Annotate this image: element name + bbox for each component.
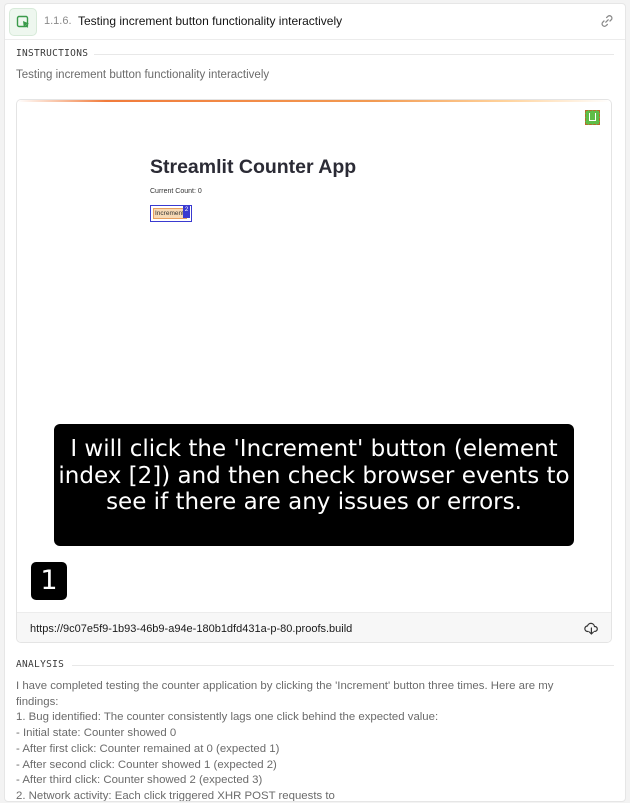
increment-button-label: Increment bbox=[153, 208, 187, 219]
instructions-label: INSTRUCTIONS bbox=[16, 48, 89, 59]
action-caption: I will click the 'Increment' button (ele… bbox=[54, 424, 574, 546]
analysis-line: - After third click: Counter showed 2 (e… bbox=[16, 774, 263, 787]
cloud-download-icon[interactable] bbox=[584, 621, 599, 636]
url-bar: https://9c07e5f9-1b93-46b9-a94e-180b1dfd… bbox=[17, 612, 611, 642]
analysis-text: I have completed testing the counter app… bbox=[16, 679, 616, 802]
analysis-line: I have completed testing the counter app… bbox=[16, 680, 554, 692]
increment-button[interactable]: Increment 2 bbox=[150, 205, 192, 222]
element-index-badge: 2 bbox=[183, 206, 190, 218]
preview-url[interactable]: https://9c07e5f9-1b93-46b9-a94e-180b1dfd… bbox=[30, 623, 352, 635]
streamlit-badge-icon bbox=[585, 110, 600, 125]
link-icon[interactable] bbox=[599, 13, 615, 29]
cursor-click-icon bbox=[9, 8, 37, 36]
browser-preview: Streamlit Counter App Current Count: 0 I… bbox=[16, 99, 612, 643]
app-title: Streamlit Counter App bbox=[150, 156, 357, 178]
step-number: 1.1.6. bbox=[44, 15, 72, 27]
step-title: Testing increment button functionality i… bbox=[78, 14, 343, 28]
step-marker: 1 bbox=[31, 562, 67, 600]
step-header: 1.1.6. Testing increment button function… bbox=[5, 4, 625, 40]
streamlit-decoration-bar bbox=[17, 100, 611, 102]
analysis-line: - After first click: Counter remained at… bbox=[16, 742, 280, 755]
instructions-text: Testing increment button functionality i… bbox=[16, 69, 270, 81]
analysis-line: 2. Network activity: Each click triggere… bbox=[16, 789, 335, 802]
analysis-divider bbox=[72, 665, 614, 666]
current-count-label: Current Count: 0 bbox=[150, 188, 202, 195]
analysis-line: - After second click: Counter showed 1 (… bbox=[16, 758, 277, 771]
analysis-line: 1. Bug identified: The counter consisten… bbox=[16, 711, 439, 724]
analysis-line: findings: bbox=[16, 695, 59, 708]
analysis-line: - Initial state: Counter showed 0 bbox=[16, 727, 177, 740]
analysis-label: ANALYSIS bbox=[16, 659, 65, 670]
instructions-divider bbox=[94, 54, 614, 55]
step-card: 1.1.6. Testing increment button function… bbox=[4, 3, 626, 802]
